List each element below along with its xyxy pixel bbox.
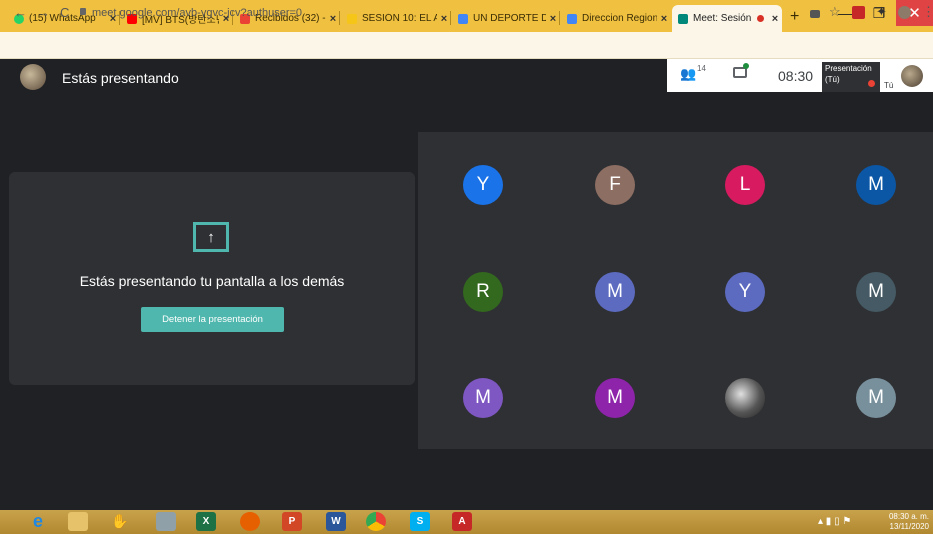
people-icon[interactable]: 👥 xyxy=(680,66,696,82)
thumbnail-sublabel: (Tú) xyxy=(825,75,840,84)
firefox-icon[interactable] xyxy=(240,512,260,531)
present-screen-icon: ↑ xyxy=(193,222,229,252)
back-icon[interactable]: ← xyxy=(14,5,27,20)
system-tray-icons[interactable]: ▴ ▮ ▯ ⚑ xyxy=(818,516,851,527)
tab-title: Direccion Regional xyxy=(582,13,657,24)
menu-icon[interactable]: ⋮ xyxy=(922,4,933,20)
reload-icon[interactable]: C xyxy=(60,5,69,20)
url-field[interactable]: meet.google.com/avb-ygvc-jcv?authuser=0 xyxy=(92,7,302,19)
tab-meet[interactable]: Meet: Sesión × xyxy=(672,5,782,32)
file-explorer-icon[interactable] xyxy=(68,512,88,531)
participant-tile[interactable]: M xyxy=(856,272,896,312)
participant-tile[interactable]: M xyxy=(856,165,896,205)
powerpoint-icon[interactable]: P xyxy=(282,512,302,531)
forward-icon[interactable]: → xyxy=(37,5,50,20)
self-video-avatar[interactable] xyxy=(901,65,923,87)
recording-icon xyxy=(757,15,764,22)
tab-sesion[interactable]: SESIÓN 10: EL ARTE × xyxy=(341,5,451,32)
participant-tile[interactable]: M xyxy=(595,272,635,312)
skype-icon[interactable]: S xyxy=(410,512,430,531)
close-tab-icon[interactable]: × xyxy=(768,13,782,25)
participant-photo-avatar[interactable] xyxy=(725,378,765,418)
presenting-title: Estás presentando xyxy=(62,70,179,86)
tab-deporte[interactable]: UN DEPORTE DE LA × xyxy=(452,5,560,32)
docs-icon xyxy=(458,13,468,24)
close-tab-icon[interactable]: × xyxy=(437,13,451,25)
bookmark-star-icon[interactable]: ☆ xyxy=(829,4,841,20)
calculator-icon[interactable] xyxy=(156,512,176,531)
new-tab-button[interactable]: + xyxy=(790,8,799,26)
participant-count: 14 xyxy=(697,64,706,73)
tab-direccion[interactable]: Direccion Regional × xyxy=(561,5,671,32)
presenting-message: Estás presentando tu pantalla a los demá… xyxy=(79,273,345,289)
meeting-clock: 08:30 xyxy=(778,68,814,84)
taskbar-time[interactable]: 08:30 a. m. xyxy=(885,512,929,521)
participant-tile[interactable]: Y xyxy=(725,272,765,312)
participant-tile[interactable]: M xyxy=(856,378,896,418)
participant-tile[interactable]: M xyxy=(463,378,503,418)
word-icon[interactable]: W xyxy=(326,512,346,531)
acrobat-icon[interactable]: A xyxy=(452,512,472,531)
profile-avatar[interactable] xyxy=(898,6,911,19)
thumbnail-label: Presentación xyxy=(825,64,872,73)
participant-tile[interactable]: M xyxy=(595,378,635,418)
close-tab-icon[interactable]: × xyxy=(546,13,560,25)
ie-icon[interactable]: e xyxy=(28,511,48,531)
participant-tile[interactable]: F xyxy=(595,165,635,205)
classroom-icon xyxy=(567,13,577,24)
taskbar-date[interactable]: 13/11/2020 xyxy=(885,522,929,531)
tab-title: Meet: Sesión xyxy=(693,13,752,24)
pdf-extension-icon[interactable] xyxy=(852,6,865,19)
excel-icon[interactable]: X xyxy=(196,512,216,531)
lock-icon xyxy=(80,8,86,15)
avatar xyxy=(20,64,46,90)
participant-tile[interactable]: Y xyxy=(463,165,503,205)
meet-icon xyxy=(678,13,688,24)
close-tab-icon[interactable]: × xyxy=(326,13,340,25)
chat-notification-dot xyxy=(743,63,749,69)
tab-title: UN DEPORTE DE LA xyxy=(473,13,546,24)
extensions-icon[interactable]: ✦ xyxy=(876,4,887,20)
hand-icon[interactable]: ✋ xyxy=(110,512,130,531)
chrome-icon[interactable] xyxy=(366,512,386,531)
participant-tile[interactable]: L xyxy=(725,165,765,205)
stop-presenting-button[interactable]: Detener la presentación xyxy=(141,307,284,332)
participant-tile[interactable]: R xyxy=(463,272,503,312)
self-label: Tú xyxy=(884,81,894,90)
mic-off-icon xyxy=(868,80,875,87)
address-bar xyxy=(0,32,933,59)
tab-title: SESIÓN 10: EL ARTE xyxy=(362,13,437,24)
close-tab-icon[interactable]: × xyxy=(657,13,671,25)
page-icon xyxy=(347,13,357,24)
camera-icon[interactable] xyxy=(810,10,820,18)
